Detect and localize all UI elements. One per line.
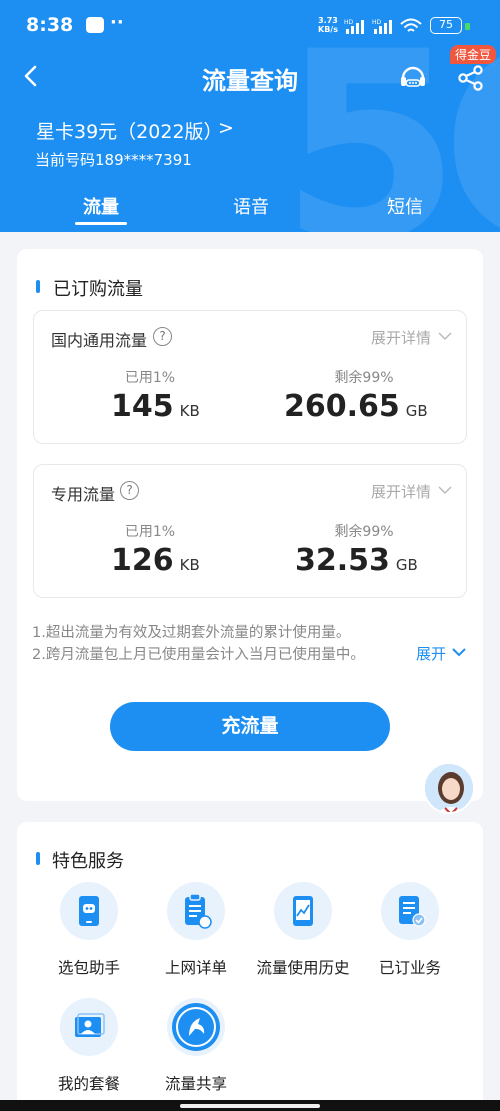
- used-amount: 126 KB: [111, 543, 200, 578]
- remaining-value: 32.53: [295, 543, 390, 578]
- plan-name[interactable]: 星卡39元（2022版）: [36, 117, 223, 144]
- charging-icon: [465, 23, 470, 30]
- service-usage-history[interactable]: 流量使用历史: [248, 882, 358, 978]
- service-usage-details[interactable]: 上网详单: [141, 882, 251, 978]
- wifi-icon: [400, 18, 422, 32]
- notes-expand-link[interactable]: 展开: [416, 643, 446, 664]
- net-speed-unit: KB/s: [318, 25, 338, 34]
- status-time: 8:38: [26, 14, 74, 36]
- section-title-subscribed: 已订购流量: [53, 279, 143, 300]
- service-label: 流量共享: [164, 1075, 227, 1093]
- section-title-services: 特色服务: [52, 851, 124, 872]
- service-label: 流量使用历史: [256, 959, 350, 977]
- service-my-plan[interactable]: 我的套餐: [34, 998, 144, 1094]
- service-label: 上网详单: [164, 959, 227, 977]
- used-label: 已用1%: [124, 524, 176, 540]
- help-icon[interactable]: ?: [153, 327, 172, 346]
- robot-phone-icon: [60, 882, 118, 940]
- svg-text:HD: HD: [372, 19, 382, 26]
- service-label: 选包助手: [57, 959, 120, 977]
- used-amount: 145 KB: [111, 389, 200, 424]
- tab-data[interactable]: 流量: [41, 193, 161, 219]
- used-value: 145: [111, 389, 174, 424]
- expand-details-link[interactable]: 展开详情: [371, 327, 431, 348]
- document-check-icon: [381, 882, 439, 940]
- tab-sms[interactable]: 短信: [345, 193, 465, 219]
- plan-arrow-icon[interactable]: >: [218, 117, 234, 139]
- service-subscribed[interactable]: 已订业务: [355, 882, 465, 978]
- service-label: 已订业务: [378, 959, 441, 977]
- home-indicator[interactable]: [180, 1104, 320, 1108]
- clipboard-icon: [167, 882, 225, 940]
- recharge-data-button[interactable]: 充流量: [110, 702, 390, 751]
- service-label: 我的套餐: [57, 1075, 120, 1093]
- used-label: 已用1%: [124, 370, 176, 386]
- note-line-2: 2.跨月流量包上月已使用量会计入当月已使用量中。: [32, 647, 365, 663]
- service-data-sharing[interactable]: 流量共享: [141, 998, 251, 1094]
- remaining-value: 260.65: [284, 389, 400, 424]
- share-icon[interactable]: [456, 64, 486, 92]
- section-marker: [36, 280, 40, 293]
- battery-icon: 75: [430, 17, 462, 34]
- phone-number: 当前号码189****7391: [35, 151, 192, 169]
- remaining-amount: 32.53 GB: [295, 543, 418, 578]
- share-circle-icon: [167, 998, 225, 1056]
- net-speed-value: 3.73: [318, 16, 338, 25]
- gold-bean-badge[interactable]: 得金豆: [450, 45, 497, 64]
- more-notifications-icon: ··: [110, 12, 124, 33]
- section-marker: [36, 852, 40, 865]
- customer-service-icon[interactable]: [398, 62, 428, 92]
- remaining-amount: 260.65 GB: [284, 389, 428, 424]
- svg-text:HD: HD: [344, 19, 354, 26]
- remaining-label: 剩余99%: [334, 524, 394, 540]
- assistant-avatar[interactable]: [423, 762, 475, 814]
- net-speed: 3.73 KB/s: [318, 16, 338, 34]
- signal-1-icon: HD: [344, 19, 364, 34]
- domestic-data-box: 国内通用流量 ? 展开详情 已用1% 145 KB 剩余99% 260.65 GB: [33, 310, 467, 444]
- used-unit: KB: [179, 402, 200, 420]
- status-bar: 8:38 ·· 3.73 KB/s HD HD 75: [0, 0, 500, 48]
- chevron-down-icon[interactable]: [452, 647, 466, 657]
- remaining-unit: GB: [405, 402, 428, 420]
- expand-details-link[interactable]: 展开详情: [371, 481, 431, 502]
- active-tab-indicator: [75, 222, 127, 225]
- signal-2-icon: HD: [372, 19, 392, 34]
- help-icon[interactable]: ?: [120, 481, 139, 500]
- user-card-icon: [60, 998, 118, 1056]
- special-data-box: 专用流量 ? 展开详情 已用1% 126 KB 剩余99% 32.53 GB: [33, 464, 467, 598]
- note-line-1: 1.超出流量为有效及过期套外流量的累计使用量。: [32, 625, 351, 641]
- service-package-assistant[interactable]: 选包助手: [34, 882, 144, 978]
- tab-voice[interactable]: 语音: [191, 193, 311, 219]
- used-value: 126: [111, 543, 174, 578]
- domestic-data-title: 国内通用流量: [51, 331, 148, 350]
- app-notification-icon: [86, 17, 104, 33]
- chevron-down-icon[interactable]: [438, 331, 452, 341]
- header: 5G 8:38 ·· 3.73 KB/s HD HD 75 流量查询: [0, 0, 500, 232]
- remaining-unit: GB: [395, 556, 418, 574]
- phone-chart-icon: [274, 882, 332, 940]
- assistant-avatar-icon: [425, 764, 473, 812]
- used-unit: KB: [179, 556, 200, 574]
- remaining-label: 剩余99%: [334, 370, 394, 386]
- special-data-title: 专用流量: [51, 485, 116, 504]
- chevron-down-icon[interactable]: [438, 485, 452, 495]
